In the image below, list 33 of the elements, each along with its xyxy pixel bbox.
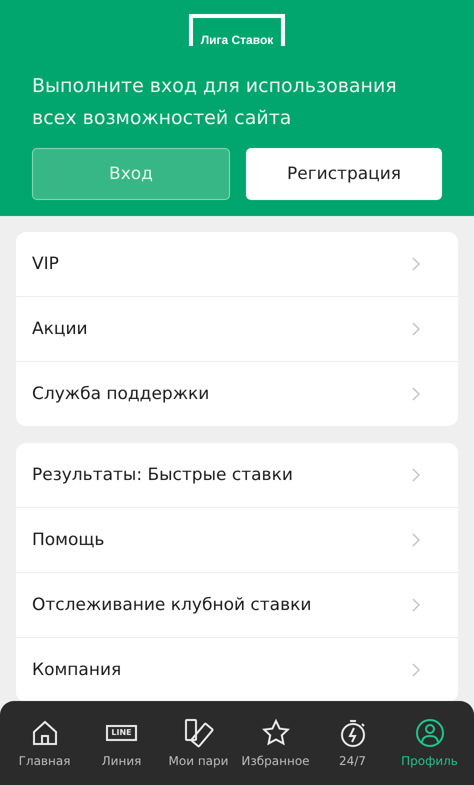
star-icon: [260, 718, 290, 748]
tickets-icon: [182, 718, 214, 748]
menu-item[interactable]: Результаты: Быстрые ставки: [16, 443, 458, 508]
menu-item[interactable]: Отслеживание клубной ставки: [16, 573, 458, 638]
menu-item[interactable]: Компания: [16, 638, 458, 702]
nav-tab[interactable]: Главная: [6, 718, 82, 768]
register-button[interactable]: Регистрация: [246, 148, 442, 200]
nav-tab[interactable]: LINE Линия: [84, 718, 160, 768]
menu-item[interactable]: Служба поддержки: [16, 362, 458, 426]
menu-item-label: Результаты: Быстрые ставки: [32, 465, 293, 485]
menu-item[interactable]: VIP: [16, 232, 458, 297]
logo: Лига Ставок: [189, 14, 285, 46]
chevron-icon: [412, 387, 420, 401]
chevron-icon: [412, 533, 420, 547]
menu-item-label: VIP: [32, 254, 59, 274]
menu-item-label: Помощь: [32, 530, 104, 550]
chevron-icon: [412, 598, 420, 612]
menu-item[interactable]: Помощь: [16, 508, 458, 573]
menu-item[interactable]: Акции: [16, 297, 458, 362]
nav-tab[interactable]: Профиль: [392, 718, 468, 768]
nav-tab[interactable]: 24/7: [314, 718, 390, 768]
nav-tab[interactable]: Избранное: [238, 718, 314, 768]
menu-item-label: Отслеживание клубной ставки: [32, 595, 312, 615]
chevron-icon: [412, 257, 420, 271]
nav-tab[interactable]: Мои пари: [160, 718, 236, 768]
profile-icon: [414, 718, 444, 748]
chevron-icon: [412, 322, 420, 336]
menu-item-label: Компания: [32, 660, 122, 680]
menu-item-label: Акции: [32, 319, 88, 339]
chevron-icon: [412, 663, 420, 677]
menu-item-label: Служба поддержки: [32, 384, 210, 404]
chevron-icon: [412, 468, 420, 482]
login-prompt: Выполните вход для использования всех возможностей сайта: [32, 74, 398, 131]
